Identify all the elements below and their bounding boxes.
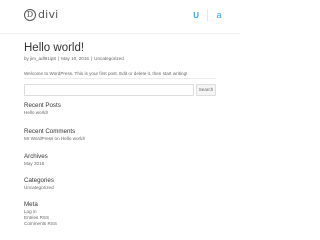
search-input[interactable] xyxy=(24,84,194,96)
post-title[interactable]: Hello world! xyxy=(24,41,216,55)
site-header: D divi U a xyxy=(0,0,240,33)
widget-title: Categories xyxy=(24,177,54,184)
widget-title: Archives xyxy=(24,153,48,160)
accessibility-icon[interactable]: a xyxy=(207,9,224,21)
post-article: Hello world! by jim_adl91ip8 | May 10, 201… xyxy=(24,41,216,77)
logo-text: divi xyxy=(38,8,59,21)
recent-post-link[interactable]: Hello world! xyxy=(24,110,61,116)
comments-rss-link[interactable]: Comments RSS xyxy=(24,221,57,227)
recent-posts-widget: Recent Posts Hello world! xyxy=(24,102,61,116)
archive-link[interactable]: May 2016 xyxy=(24,161,48,167)
post-author[interactable]: by jim_adl91ip8 xyxy=(24,56,56,61)
content-divider xyxy=(24,78,216,79)
post-meta: by jim_adl91ip8 | May 10, 2016 | Uncategoriz… xyxy=(24,56,124,61)
categories-widget: Categories Uncategorized xyxy=(24,177,54,191)
widget-title: Recent Comments xyxy=(24,128,76,135)
archives-widget: Archives May 2016 xyxy=(24,153,48,167)
header-icons: U a xyxy=(193,9,224,21)
logo-mark-icon: D xyxy=(24,8,36,21)
recent-comment-link[interactable]: Mr WordPress on Hello world! xyxy=(24,136,85,142)
search-widget: Search xyxy=(24,84,216,96)
site-logo[interactable]: D divi xyxy=(24,8,58,21)
widget-title: Recent Posts xyxy=(24,102,61,109)
meta-widget: Meta Log in Entries RSS Comments RSS xyxy=(24,201,57,228)
post-body: Welcome to WordPress. This is your first… xyxy=(24,71,188,76)
user-icon[interactable]: U xyxy=(193,11,199,20)
post-category[interactable]: Uncategorized xyxy=(94,56,124,61)
recent-comments-widget: Recent Comments Mr WordPress on Hello wo… xyxy=(24,128,85,142)
post-date: May 10, 2016 xyxy=(61,56,89,61)
widget-title: Meta xyxy=(24,201,38,208)
category-link[interactable]: Uncategorized xyxy=(24,185,54,191)
search-button[interactable]: Search xyxy=(196,84,216,96)
